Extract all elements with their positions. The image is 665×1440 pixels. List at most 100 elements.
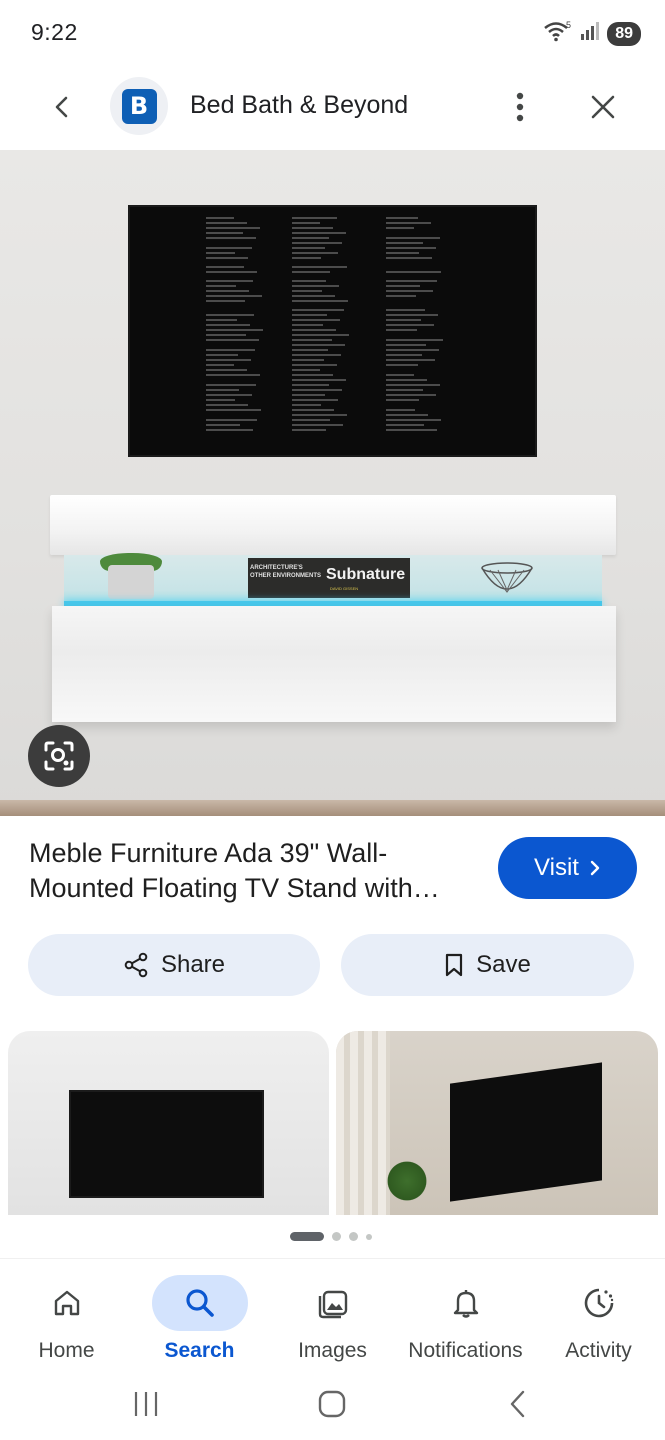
nav-label: Notifications [408, 1339, 523, 1362]
credit-text-line [206, 257, 248, 259]
visit-button[interactable]: Visit [498, 837, 637, 899]
related-image-thumbnail[interactable] [8, 1031, 329, 1215]
credit-text-line [292, 280, 326, 282]
credit-text-line [386, 247, 436, 249]
credit-text-line [292, 389, 342, 391]
wifi-icon: 5 [543, 20, 573, 47]
credit-text-line [292, 399, 338, 401]
chevron-right-icon [590, 860, 600, 876]
credit-text-line [386, 384, 440, 386]
lens-search-button[interactable] [28, 725, 90, 787]
credit-text-line [292, 349, 328, 351]
credit-text-line [386, 280, 437, 282]
nav-item-home[interactable]: Home [0, 1267, 133, 1367]
credit-text-line [386, 252, 419, 254]
home-system-button[interactable] [302, 1382, 362, 1426]
pager-dot-active [290, 1232, 324, 1241]
more-vertical-icon [516, 92, 524, 122]
back-chevron-icon [510, 1390, 525, 1418]
recent-apps-button[interactable] [116, 1382, 176, 1426]
home-icon [19, 1275, 115, 1331]
credit-text-line [292, 227, 333, 229]
credit-text-line [386, 364, 418, 366]
curtain-decor [336, 1031, 390, 1215]
nav-item-notifications[interactable]: Notifications [399, 1267, 532, 1367]
credit-text-line [292, 409, 334, 411]
credit-text-line [292, 222, 320, 224]
credit-text-line [386, 354, 422, 356]
credit-text-line [386, 227, 414, 229]
credit-text-line [206, 409, 261, 411]
nav-label: Search [164, 1339, 235, 1362]
credit-text-line [292, 237, 329, 239]
product-title[interactable]: Meble Furniture Ada 39" Wall-Mounted Flo… [29, 836, 479, 906]
pager-dot [349, 1232, 358, 1241]
site-favicon: B [110, 77, 168, 135]
book-spine-small: DAVID GISSEN [330, 586, 359, 591]
credit-text-line [386, 290, 433, 292]
credit-text-line [292, 339, 332, 341]
battery-indicator: 89 [607, 21, 641, 46]
credit-text-line [206, 424, 240, 426]
close-button[interactable] [580, 84, 626, 130]
credit-text-line [292, 334, 349, 336]
tv-illustration [450, 1062, 602, 1202]
credit-text-line [206, 227, 260, 229]
credit-text-line [206, 324, 250, 326]
page-indicator [290, 1232, 372, 1241]
credit-text-line [292, 329, 336, 331]
credit-text-line [292, 324, 323, 326]
credit-text-line [386, 237, 440, 239]
credit-text-line [206, 404, 248, 406]
nav-item-images[interactable]: Images [266, 1267, 399, 1367]
result-header: B Bed Bath & Beyond [0, 68, 665, 150]
signal-icon [579, 20, 601, 47]
credit-text-line [206, 364, 234, 366]
credit-text-line [386, 309, 425, 311]
credit-text-line [292, 217, 337, 219]
credit-text-line [292, 414, 347, 416]
credit-text-line [386, 314, 438, 316]
credit-text-line [206, 217, 234, 219]
credit-text-line [386, 399, 419, 401]
product-image[interactable]: ARCHITECTURE'S OTHER ENVIRONMENTS Subnat… [0, 150, 665, 816]
related-image-thumbnail[interactable] [336, 1031, 658, 1215]
pager-dot [366, 1233, 372, 1240]
credit-text-line [206, 295, 262, 297]
credit-text-line [386, 257, 432, 259]
credit-text-line [206, 247, 252, 249]
credit-text-line [206, 222, 247, 224]
credit-text-line [292, 319, 340, 321]
arrow-left-icon [55, 96, 68, 118]
back-button[interactable] [40, 84, 86, 130]
credit-text-line [206, 389, 239, 391]
credit-text-line [206, 349, 255, 351]
nav-item-activity[interactable]: Activity [532, 1267, 665, 1367]
visit-label: Visit [534, 854, 579, 881]
credit-text-line [206, 232, 243, 234]
credit-text-line [386, 349, 439, 351]
credit-text-line [292, 429, 326, 431]
activity-icon [551, 1275, 647, 1331]
tv-stand-top [50, 495, 616, 555]
credit-text-line [206, 271, 257, 273]
credit-text-line [292, 424, 343, 426]
nav-item-search[interactable]: Search [133, 1267, 266, 1367]
credit-text-line [386, 424, 424, 426]
site-logo: B [121, 88, 157, 124]
close-icon [591, 95, 615, 119]
share-icon [124, 952, 148, 978]
credit-text-line [206, 419, 257, 421]
credit-text-line [386, 295, 416, 297]
more-options-button[interactable] [500, 84, 540, 130]
credit-text-line [206, 237, 256, 239]
credit-text-line [206, 300, 245, 302]
share-button[interactable]: Share [28, 934, 320, 996]
credit-text-line [206, 319, 237, 321]
save-button[interactable]: Save [341, 934, 634, 996]
tv-illustration [128, 205, 537, 457]
site-name[interactable]: Bed Bath & Beyond [190, 91, 408, 120]
credit-text-line [386, 344, 426, 346]
credit-text-line [386, 359, 435, 361]
system-back-button[interactable] [488, 1382, 548, 1426]
